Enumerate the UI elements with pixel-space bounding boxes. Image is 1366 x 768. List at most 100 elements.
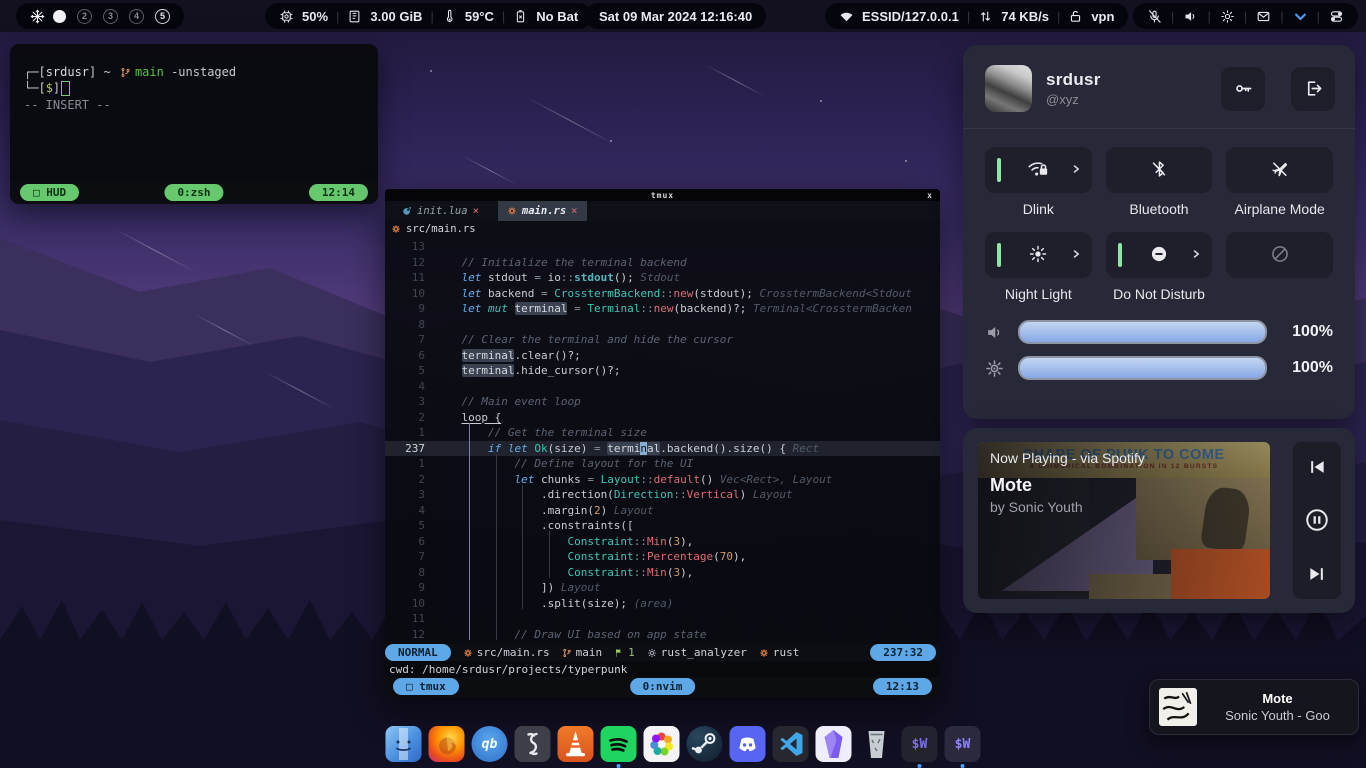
toggle-do-not-disturb[interactable] bbox=[1106, 232, 1213, 278]
now-playing-label: Now Playing - via Spotify bbox=[990, 450, 1145, 466]
chevron-right-icon[interactable] bbox=[1070, 163, 1082, 178]
dock-icon-obs[interactable] bbox=[515, 726, 551, 762]
user-info: srdusr @xyz bbox=[1046, 70, 1207, 107]
running-indicator bbox=[617, 764, 621, 768]
dock-icon-sw-app-1[interactable]: $W bbox=[902, 726, 938, 762]
workspace-4[interactable]: 4 bbox=[129, 9, 144, 24]
updates-chevron-icon[interactable] bbox=[1293, 9, 1308, 24]
dock-icon-photos[interactable] bbox=[644, 726, 680, 762]
dock: qb $W $W bbox=[386, 726, 981, 762]
discord-icon bbox=[730, 726, 766, 762]
lua-file-icon bbox=[402, 206, 412, 216]
brightness-slider-row: 100% bbox=[985, 355, 1333, 381]
vpn-icon[interactable] bbox=[1068, 9, 1083, 24]
prompt-prefix: └─[ bbox=[24, 80, 46, 96]
mic-muted-icon[interactable] bbox=[1147, 9, 1162, 24]
username: srdusr bbox=[1046, 70, 1207, 90]
tab-main-rs[interactable]: main.rs × bbox=[498, 201, 587, 221]
network-speed: 74 KB/s bbox=[1001, 9, 1049, 24]
code-line: 4 bbox=[385, 379, 940, 395]
sun-icon bbox=[1027, 244, 1049, 267]
goo-album-icon bbox=[1159, 688, 1197, 726]
next-button[interactable] bbox=[1307, 564, 1327, 584]
file-manager-icon bbox=[386, 726, 422, 762]
vi-mode-indicator: -- INSERT -- bbox=[24, 97, 364, 113]
tab-close-icon[interactable]: × bbox=[571, 205, 577, 217]
media-controls bbox=[1293, 442, 1341, 599]
media-notification[interactable]: Mote Sonic Youth - Goo bbox=[1149, 679, 1359, 735]
active-indicator bbox=[997, 158, 1001, 182]
prompt-symbol: $ bbox=[46, 80, 53, 96]
indent-guide bbox=[549, 531, 550, 578]
toggle-blocked[interactable] bbox=[1226, 232, 1333, 278]
cursor-position: 237:32 bbox=[870, 644, 936, 661]
dock-icon-qbittorrent[interactable]: qb bbox=[472, 726, 508, 762]
git-status: -unstaged bbox=[164, 64, 236, 80]
user-handle: @xyz bbox=[1046, 92, 1207, 107]
wifi-icon[interactable] bbox=[839, 9, 854, 24]
workspace-2[interactable]: 2 bbox=[77, 9, 92, 24]
logout-button[interactable] bbox=[1291, 67, 1335, 111]
steam-icon bbox=[687, 726, 723, 762]
rust-file-icon bbox=[463, 648, 473, 658]
toggle-dlink[interactable] bbox=[985, 147, 1092, 193]
photos-icon bbox=[644, 726, 680, 762]
toggle-night-light[interactable] bbox=[985, 232, 1092, 278]
toggle-cell: Do Not Disturb bbox=[1106, 232, 1213, 303]
terminal-window[interactable]: ┌─[srdusr] ~ main -unstaged └─[$] -- INS… bbox=[10, 44, 378, 204]
sw-app-1-icon: $W bbox=[902, 726, 938, 762]
notification-subtitle: Sonic Youth - Goo bbox=[1197, 708, 1358, 723]
dock-icon-sw-app-2[interactable]: $W bbox=[945, 726, 981, 762]
toggle-airplane-mode[interactable] bbox=[1226, 147, 1333, 193]
clock: Sat 09 Mar 2024 12:16:40 bbox=[585, 3, 766, 29]
previous-button[interactable] bbox=[1307, 457, 1327, 477]
dock-icon-spotify[interactable] bbox=[601, 726, 637, 762]
chevron-right-icon[interactable] bbox=[1190, 248, 1202, 263]
code-line: 11 let stdout = io::stdout(); Stdout bbox=[385, 270, 940, 286]
diag-number: 1 bbox=[628, 646, 635, 659]
volume-icon[interactable] bbox=[1183, 9, 1198, 24]
sliders: 100% 100% bbox=[963, 311, 1355, 381]
window-close-button[interactable]: x bbox=[927, 191, 932, 200]
indent-guide bbox=[522, 485, 523, 609]
git-branch-name: main bbox=[135, 64, 164, 80]
lock-keys-button[interactable] bbox=[1221, 67, 1265, 111]
code-line: 13 bbox=[385, 239, 940, 255]
dock-icon-obsidian[interactable] bbox=[816, 726, 852, 762]
dock-icon-vlc[interactable] bbox=[558, 726, 594, 762]
tmux-window-zsh[interactable]: 0:zsh bbox=[164, 184, 223, 201]
editor-window[interactable]: tmux x init.lua × main.rs × src/main.rs bbox=[385, 189, 940, 698]
tmux-window-nvim[interactable]: 0:nvim bbox=[630, 678, 696, 695]
icon-glyph: $W bbox=[912, 737, 928, 752]
workspace-3[interactable]: 3 bbox=[103, 9, 118, 24]
tab-close-icon[interactable]: × bbox=[473, 205, 479, 217]
workspace-5[interactable]: 5 bbox=[155, 9, 170, 24]
messages-icon[interactable] bbox=[1256, 9, 1271, 24]
dock-icon-vscode[interactable] bbox=[773, 726, 809, 762]
cwd-line: cwd: /home/srdusr/projects/typerpunk bbox=[385, 661, 940, 677]
dock-icon-trash[interactable] bbox=[859, 726, 895, 762]
dock-icon-firefox[interactable] bbox=[429, 726, 465, 762]
toggles-icon[interactable] bbox=[1329, 9, 1344, 24]
brightness-slider[interactable] bbox=[1018, 356, 1267, 380]
chevron-right-icon[interactable] bbox=[1070, 248, 1082, 263]
settings-icon[interactable] bbox=[1220, 9, 1235, 24]
tmux-session-hud[interactable]: □ HUD bbox=[20, 184, 79, 201]
branch-name: main bbox=[576, 646, 603, 659]
flag-icon bbox=[614, 648, 624, 658]
dock-icon-file-manager[interactable] bbox=[386, 726, 422, 762]
toggle-bluetooth[interactable] bbox=[1106, 147, 1213, 193]
dock-icon-discord[interactable] bbox=[730, 726, 766, 762]
workspace-1[interactable] bbox=[53, 10, 66, 23]
code-line: 9 let mut terminal = Terminal::new(backe… bbox=[385, 301, 940, 317]
toggle-label: Bluetooth bbox=[1129, 201, 1188, 218]
volume-slider[interactable] bbox=[1018, 320, 1267, 344]
pause-button[interactable] bbox=[1304, 507, 1330, 533]
distro-logo-icon[interactable] bbox=[30, 9, 45, 24]
key-icon bbox=[1234, 79, 1253, 98]
diagnostics-count: 1 bbox=[614, 646, 635, 659]
dock-icon-steam[interactable] bbox=[687, 726, 723, 762]
tmux-session-name[interactable]: □ tmux bbox=[393, 678, 459, 695]
tab-init-lua[interactable]: init.lua × bbox=[393, 201, 488, 221]
code-editor[interactable]: 1312 // Initialize the terminal backend1… bbox=[385, 237, 940, 644]
